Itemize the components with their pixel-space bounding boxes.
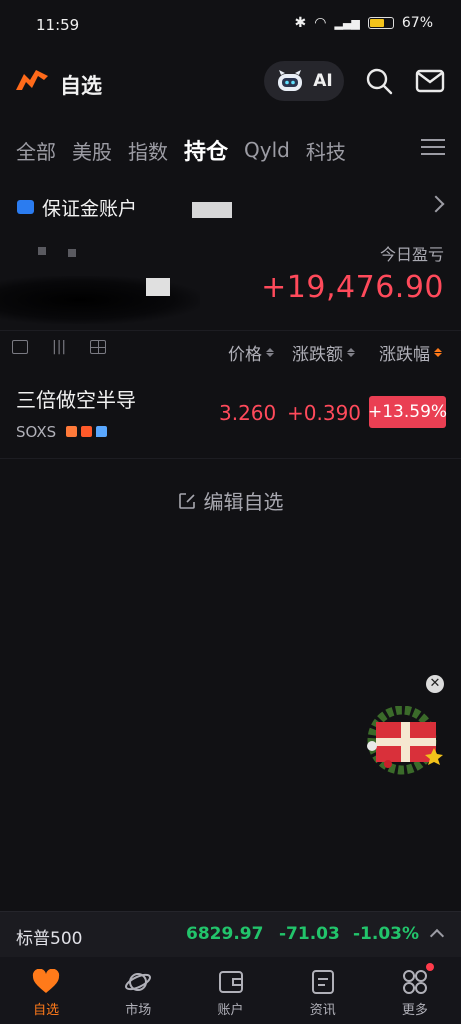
tabs-menu-icon[interactable] — [421, 134, 445, 158]
nav-news[interactable]: 资讯 — [277, 957, 369, 1024]
status-time: 11:59 — [36, 16, 80, 34]
stock-change: +0.390 — [287, 401, 362, 425]
bottom-nav: 自选 市场 账户 资讯 更多 — [0, 957, 461, 1024]
tab-us-stocks[interactable]: 美股 — [72, 136, 112, 165]
stock-code: SOXS — [16, 423, 57, 441]
app-logo-icon — [14, 66, 50, 98]
wallet-icon — [17, 200, 34, 214]
stock-badges — [66, 426, 107, 437]
sort-icon — [347, 348, 355, 357]
battery-percent: 67% — [401, 15, 433, 31]
nav-label: 市场 — [125, 1003, 152, 1018]
change-column-label: 涨跌额 — [292, 345, 343, 365]
today-pnl-value: +19,476.90 — [261, 270, 444, 305]
notification-dot — [426, 963, 434, 971]
close-promo-icon[interactable]: ✕ — [426, 675, 444, 693]
account-name[interactable]: 保证金账户 — [42, 194, 137, 221]
edit-watchlist-button[interactable]: 编辑自选 — [0, 486, 461, 515]
view-switcher: ||| — [12, 339, 107, 355]
bars-view-icon[interactable]: ||| — [52, 339, 66, 355]
privacy-mask — [38, 247, 46, 255]
tab-indices[interactable]: 指数 — [128, 136, 168, 165]
change-pct-column-label: 涨跌幅 — [379, 345, 430, 365]
signal-icon: ▂▄▆ — [334, 16, 360, 30]
news-icon — [311, 970, 334, 994]
nav-label: 自选 — [33, 1003, 60, 1018]
nav-account[interactable]: 账户 — [184, 957, 276, 1024]
nav-label: 账户 — [217, 1003, 244, 1018]
wallet-icon — [218, 971, 243, 993]
edit-watchlist-label: 编辑自选 — [203, 490, 284, 514]
privacy-mask — [192, 202, 232, 218]
heart-icon — [33, 969, 60, 993]
today-pnl-label: 今日盈亏 — [379, 245, 444, 264]
ai-label: AI — [313, 71, 333, 91]
index-name: 标普500 — [16, 929, 83, 949]
nav-label: 更多 — [401, 1003, 428, 1018]
sort-icon — [266, 348, 274, 357]
price-column-label: 价格 — [228, 345, 262, 365]
nav-market[interactable]: 市场 — [92, 957, 184, 1024]
search-icon — [366, 68, 393, 95]
messages-button[interactable] — [415, 66, 445, 96]
gift-promo-icon[interactable] — [358, 705, 446, 776]
battery-icon — [367, 17, 394, 29]
status-bar: 11:59 ✱ ◠ ▂▄▆ 67% — [0, 0, 461, 50]
sort-active-icon — [434, 348, 442, 357]
sort-change-pct[interactable]: 涨跌幅 — [379, 340, 442, 365]
index-change: -71.03 — [279, 924, 340, 944]
tab-positions[interactable]: 持仓 — [184, 134, 228, 166]
mail-icon — [415, 69, 445, 93]
tab-qyld[interactable]: Qyld — [244, 138, 290, 162]
note-badge-icon — [81, 426, 92, 437]
grid-view-icon[interactable] — [90, 340, 107, 354]
stock-price: 3.260 — [219, 401, 277, 425]
wifi-icon: ◠ — [314, 15, 327, 31]
sort-price[interactable]: 价格 — [228, 340, 274, 365]
nav-more[interactable]: 更多 — [369, 957, 461, 1024]
privacy-mask — [0, 276, 200, 324]
stock-change-pct: +13.59% — [368, 396, 447, 428]
copy-view-icon[interactable] — [12, 340, 28, 354]
page-title: 自选 — [60, 74, 102, 98]
sort-change[interactable]: 涨跌额 — [292, 340, 355, 365]
apps-icon — [402, 970, 427, 994]
nav-watchlist[interactable]: 自选 — [0, 957, 92, 1024]
nav-label: 资讯 — [309, 1003, 336, 1018]
ai-assistant-button[interactable]: AI — [264, 61, 344, 101]
status-icons: ✱ ◠ ▂▄▆ 67% — [295, 15, 433, 31]
bluetooth-icon: ✱ — [294, 15, 307, 31]
watchlist-tabs: 全部 美股 指数 持仓 Qyld 科技 — [16, 130, 416, 170]
planet-icon — [125, 973, 152, 991]
privacy-mask — [146, 278, 170, 296]
index-value: 6829.97 — [186, 924, 264, 944]
stock-name: 三倍做空半导 — [16, 388, 136, 412]
tab-tech[interactable]: 科技 — [306, 136, 346, 165]
search-button[interactable] — [364, 66, 394, 96]
privacy-mask — [68, 249, 76, 257]
chevron-right-icon[interactable] — [427, 195, 445, 213]
robot-icon — [278, 70, 303, 91]
tab-all[interactable]: 全部 — [16, 136, 56, 165]
position-badge-icon — [66, 426, 77, 437]
edit-icon — [178, 492, 195, 509]
index-change-pct: -1.03% — [353, 924, 420, 944]
comment-badge-icon — [96, 426, 107, 437]
